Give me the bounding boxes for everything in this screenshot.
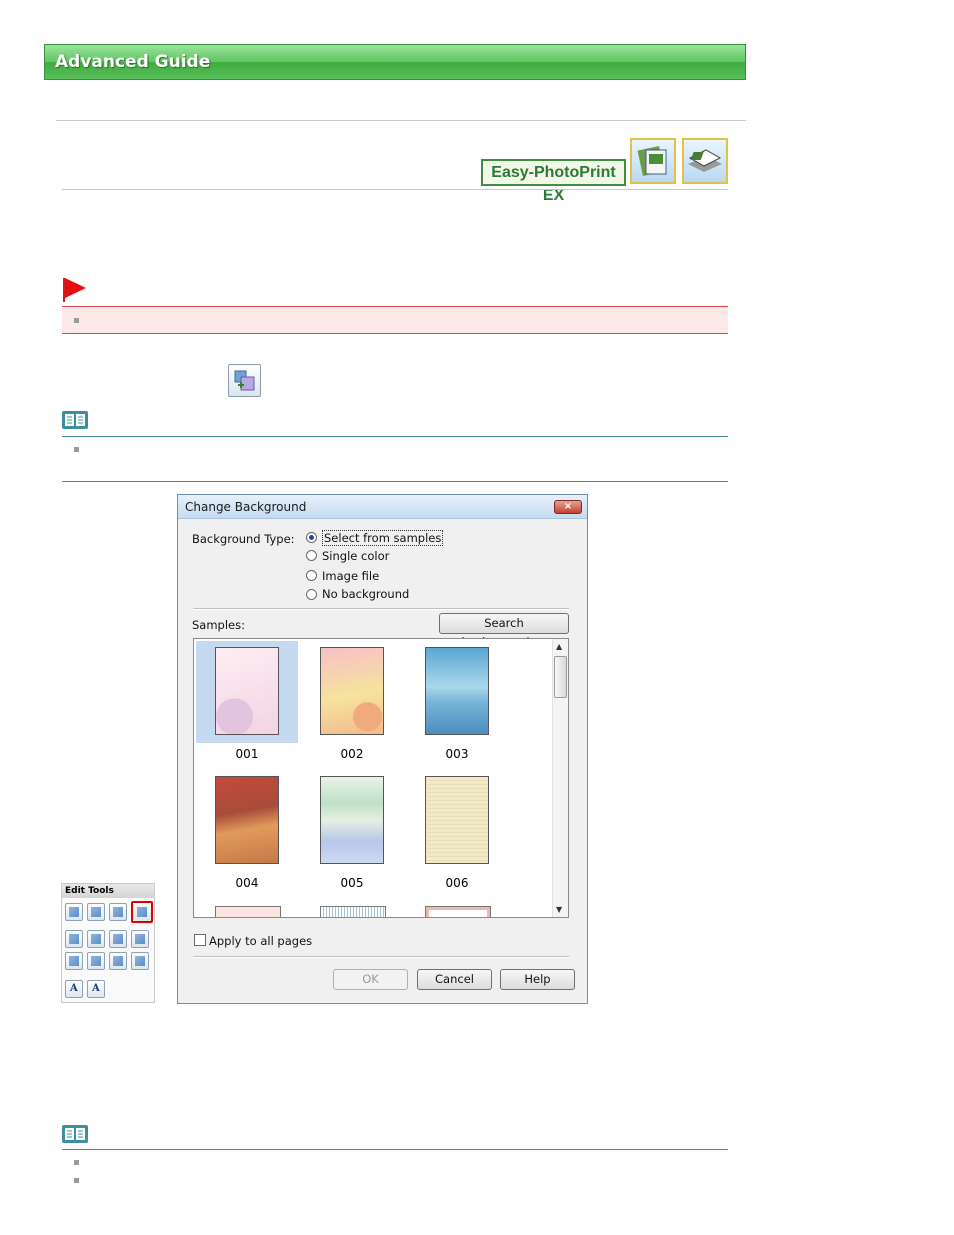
text-tool-button[interactable]: A (65, 980, 83, 998)
sample-thumbnail (320, 776, 384, 864)
samples-label: Samples: (192, 618, 245, 632)
important-box (62, 306, 728, 334)
product-badge-label: Easy-PhotoPrint EX (491, 164, 616, 204)
sample-label: 006 (445, 876, 469, 890)
edit-tools-panel: Edit Tools A A (61, 883, 155, 1003)
sample-item-006[interactable] (406, 770, 508, 872)
note-icon (62, 411, 88, 429)
apply-to-all-pages-label[interactable]: Apply to all pages (209, 934, 312, 948)
option-label[interactable]: No background (322, 587, 409, 601)
scroll-down-arrow-icon[interactable]: ▼ (556, 905, 562, 914)
sample-thumbnail (215, 776, 279, 864)
samples-scrollbar[interactable]: ▲ ▼ (552, 639, 568, 917)
note-divider (62, 1149, 728, 1150)
edit-tool-button[interactable] (65, 930, 83, 948)
option-label[interactable]: Image file (322, 569, 379, 583)
sample-thumbnail-partial (425, 906, 491, 917)
sample-thumbnail (425, 776, 489, 864)
sample-item-005[interactable] (301, 770, 403, 872)
edit-tool-button[interactable] (87, 903, 105, 921)
photo-album-icon (630, 138, 676, 184)
product-badge: Easy-PhotoPrint EX (481, 159, 626, 204)
guide-header-banner: Advanced Guide (44, 44, 746, 80)
guide-title: Advanced Guide (55, 52, 211, 72)
scroll-thumb[interactable] (554, 656, 567, 698)
sample-thumbnail (320, 647, 384, 735)
separator (193, 956, 569, 958)
sample-thumbnail-partial (320, 906, 386, 917)
note-divider (62, 481, 728, 482)
bullet (74, 318, 79, 323)
edit-tool-button[interactable] (87, 930, 105, 948)
bullet (74, 1160, 79, 1165)
note-divider (62, 436, 728, 437)
edit-tool-button[interactable] (65, 952, 83, 970)
radio-single-color[interactable] (306, 550, 317, 561)
radio-select-from-samples[interactable] (306, 532, 317, 543)
sample-label: 002 (340, 747, 364, 761)
sample-item-002[interactable] (301, 641, 403, 743)
ok-button[interactable]: OK (333, 969, 408, 990)
edit-tool-button[interactable] (131, 930, 149, 948)
option-label[interactable]: Single color (322, 549, 389, 563)
layout-print-icon (682, 138, 728, 184)
option-label[interactable]: Select from samples (322, 530, 444, 546)
edit-tool-button[interactable] (109, 930, 127, 948)
change-background-tool-button[interactable] (131, 901, 153, 923)
sample-thumbnail (215, 647, 279, 735)
bullet (74, 447, 79, 452)
background-tool-icon (228, 364, 261, 397)
sample-label: 003 (445, 747, 469, 761)
search-backgrounds-button[interactable]: Search backgrounds... (439, 613, 569, 649)
close-button[interactable]: × (554, 500, 582, 514)
cancel-button[interactable]: Cancel (417, 969, 492, 990)
apply-to-all-pages-checkbox[interactable] (194, 934, 206, 946)
edit-tool-button[interactable] (109, 952, 127, 970)
sample-label: 001 (235, 747, 259, 761)
sample-item-004[interactable] (196, 770, 298, 872)
sample-item-001[interactable] (196, 641, 298, 743)
edit-tool-button[interactable] (87, 952, 105, 970)
dialog-titlebar: Change Background × (178, 495, 587, 519)
note-icon (62, 1125, 88, 1143)
divider (56, 120, 746, 121)
scroll-up-arrow-icon[interactable]: ▲ (556, 642, 562, 651)
bullet (74, 1178, 79, 1183)
sample-label: 005 (340, 876, 364, 890)
sample-thumbnail (425, 647, 489, 735)
dialog-title: Change Background (185, 500, 307, 514)
edit-tool-button[interactable] (131, 952, 149, 970)
separator (193, 608, 569, 610)
sample-label: 004 (235, 876, 259, 890)
sample-item-003[interactable] (406, 641, 508, 743)
change-background-dialog: Change Background × Background Type: Sel… (177, 494, 588, 1004)
edit-tool-button[interactable] (65, 903, 83, 921)
important-flag-icon (63, 278, 87, 305)
radio-no-background[interactable] (306, 589, 317, 600)
sample-thumbnail-partial (215, 906, 281, 917)
radio-image-file[interactable] (306, 570, 317, 581)
edit-tool-button[interactable] (109, 903, 127, 921)
background-type-label: Background Type: (192, 532, 295, 546)
vertical-text-tool-button[interactable]: A (87, 980, 105, 998)
help-button[interactable]: Help (500, 969, 575, 990)
samples-list[interactable]: 001 002 003 004 005 006 ▲ ▼ (193, 638, 569, 918)
divider (62, 189, 728, 190)
edit-tools-title: Edit Tools (62, 884, 154, 898)
